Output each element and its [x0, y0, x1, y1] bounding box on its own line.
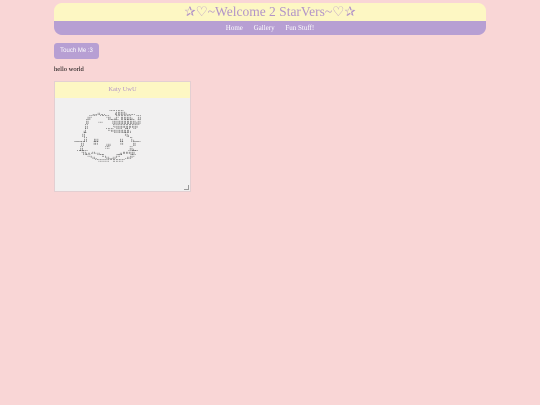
hello-text: hello world	[54, 66, 84, 73]
nav-home-link[interactable]: Home	[226, 24, 243, 32]
touch-me-button[interactable]: Touch Me :3	[54, 43, 99, 59]
nav-gallery-link[interactable]: Gallery	[254, 24, 275, 32]
ascii-art-card: Katy UwU ⣀⣀ ⢀⣀⣤⣀⡀ ⣼⣿⣿⣦⣀⣀⡀ ⢰⡟⠉⠁⠈⠉⠙⣷⡀⣼⠋⣿⣿⣿…	[54, 81, 191, 192]
ascii-art-kitty: ⣀⣀ ⢀⣀⣤⣀⡀ ⣼⣿⣿⣦⣀⣀⡀ ⢰⡟⠉⠁⠈⠉⠙⣷⡀⣼⠋⣿⣿⣿⣧⡀⢹⡇ ⣿ ⠠⠤…	[72, 107, 143, 165]
site-title: ✰♡~Welcome 2 StarVers~♡✰	[54, 3, 486, 21]
site-header: ✰♡~Welcome 2 StarVers~♡✰ Home Gallery Fu…	[54, 3, 486, 35]
nav-fun-stuff-link[interactable]: Fun Stuff!	[285, 24, 314, 32]
card-title: Katy UwU	[55, 82, 190, 98]
resize-handle-icon[interactable]	[184, 185, 189, 190]
nav-bar: Home Gallery Fun Stuff!	[54, 21, 486, 35]
